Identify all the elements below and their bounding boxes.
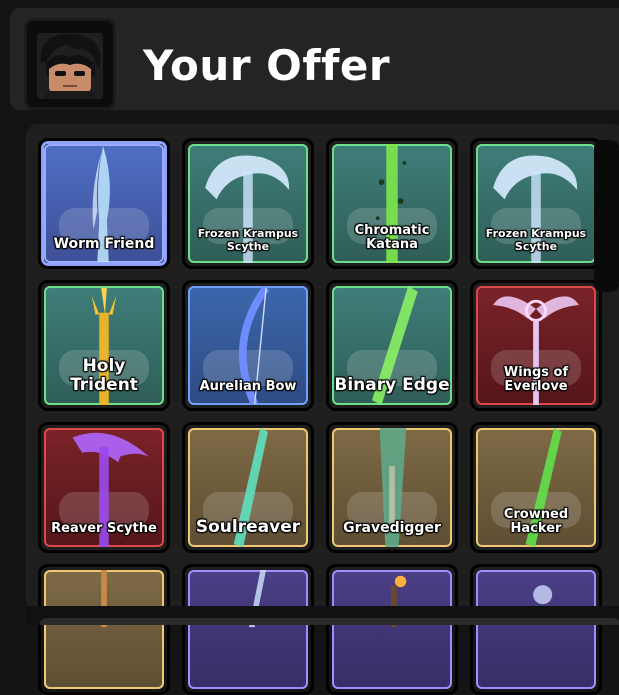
- weapon-icon: [101, 570, 107, 628]
- item-name: Worm Friend: [53, 236, 155, 253]
- item-card[interactable]: Wings of Everlove: [470, 280, 602, 411]
- item-name: Aurelian Bow: [199, 379, 297, 395]
- item-name: Crowned Hacker: [503, 506, 569, 537]
- item-card[interactable]: Frozen Krampus Scythe: [470, 138, 602, 269]
- weapon-icon: [391, 575, 407, 628]
- item-name: Frozen Krampus Scythe: [485, 227, 587, 253]
- item-card[interactable]: [38, 564, 170, 695]
- item-name: Gravedigger: [343, 520, 441, 537]
- item-card[interactable]: Gravedigger: [326, 422, 458, 553]
- weapon-icon: [533, 585, 553, 605]
- scrollbar[interactable]: [594, 140, 619, 292]
- item-card[interactable]: Aurelian Bow: [182, 280, 314, 411]
- next-panel-edge: [40, 618, 619, 625]
- item-name: Reaver Scythe: [51, 521, 157, 537]
- avatar: [24, 18, 116, 110]
- item-card[interactable]: Holy Trident: [38, 280, 170, 411]
- item-card[interactable]: [326, 564, 458, 695]
- item-card[interactable]: [182, 564, 314, 695]
- item-card[interactable]: Reaver Scythe: [38, 422, 170, 553]
- weapon-icon: [248, 570, 267, 628]
- item-name: Frozen Krampus Scythe: [197, 227, 299, 253]
- item-name: Binary Edge: [334, 374, 450, 395]
- page-title: Your Offer: [143, 41, 391, 90]
- item-card[interactable]: [470, 564, 602, 695]
- item-card[interactable]: Chromatic Katana: [326, 138, 458, 269]
- avatar-face: [37, 33, 103, 99]
- item-name: Holy Trident: [70, 355, 138, 395]
- item-card[interactable]: Soulreaver: [182, 422, 314, 553]
- item-name: Wings of Everlove: [503, 364, 569, 395]
- item-card[interactable]: Crowned Hacker: [470, 422, 602, 553]
- item-card[interactable]: Frozen Krampus Scythe: [182, 138, 314, 269]
- item-name: Chromatic Katana: [354, 222, 430, 253]
- item-name: Soulreaver: [195, 516, 301, 537]
- item-card[interactable]: Worm Friend: [38, 138, 170, 269]
- item-card[interactable]: Binary Edge: [326, 280, 458, 411]
